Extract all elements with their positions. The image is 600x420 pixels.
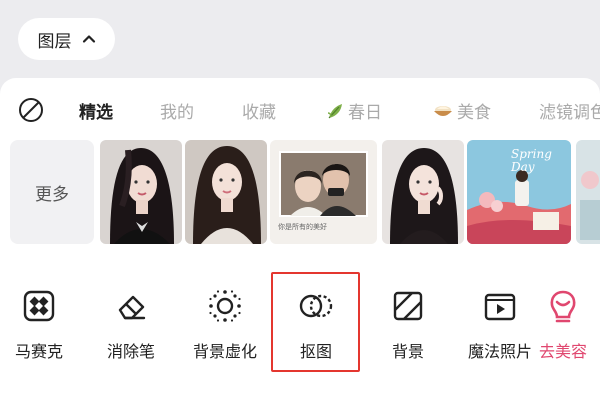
leaf-icon xyxy=(327,103,342,118)
filter-thumb-couple[interactable]: 你是所有的美好 xyxy=(270,140,377,244)
cutout-highlight-box xyxy=(271,272,360,372)
blur-background-tool[interactable]: 背景虚化 xyxy=(180,274,270,384)
couple-caption: 你是所有的美好 xyxy=(278,223,327,231)
filter-thumb-portrait-2[interactable] xyxy=(185,140,267,244)
filter-thumb-portrait-4[interactable] xyxy=(382,140,464,244)
eraser-tool[interactable]: 消除笔 xyxy=(86,274,176,384)
beauty-icon xyxy=(550,290,576,323)
spring-day-title: Spring Day xyxy=(511,147,552,174)
eraser-label: 消除笔 xyxy=(106,342,155,361)
tab-featured[interactable]: 精选 xyxy=(79,98,113,123)
layer-button-label: 图层 xyxy=(37,31,72,52)
blur-background-icon xyxy=(209,290,241,322)
mosaic-label: 马赛克 xyxy=(14,342,63,361)
tab-food[interactable]: 美食 xyxy=(432,98,491,123)
background-tool[interactable]: 背景 xyxy=(363,274,453,384)
mosaic-tool[interactable]: 马赛克 xyxy=(0,274,84,384)
tab-mine[interactable]: 我的 xyxy=(160,98,194,123)
chevron-up-icon xyxy=(82,35,95,43)
layer-button[interactable]: 图层 xyxy=(18,18,115,60)
magic-photo-icon xyxy=(484,293,516,321)
more-filters-button[interactable]: 更多 xyxy=(10,140,94,244)
filter-thumb-portrait-1[interactable] xyxy=(100,140,182,244)
tab-spring[interactable]: 春日 xyxy=(325,98,382,123)
no-filter-icon[interactable] xyxy=(18,97,44,123)
blur-background-label: 背景虚化 xyxy=(192,342,257,361)
filter-thumb-spring-day[interactable]: Spring Day xyxy=(467,140,571,244)
eraser-icon xyxy=(118,295,146,320)
background-icon xyxy=(393,291,423,321)
filter-thumbnails: 更多 你是所有的美好 Spring Day xyxy=(0,140,600,246)
mosaic-icon xyxy=(23,290,55,322)
tab-favorites[interactable]: 收藏 xyxy=(242,98,276,123)
beauty-tool[interactable]: 去美容 xyxy=(520,274,600,384)
beauty-label: 去美容 xyxy=(538,342,587,361)
filter-tabs: 精选 我的 收藏 春日 美食 滤镜调色 xyxy=(0,78,600,140)
filter-thumb-partial[interactable] xyxy=(576,140,600,244)
background-label: 背景 xyxy=(391,342,424,361)
tab-filter-tone[interactable]: 滤镜调色 xyxy=(539,98,600,123)
food-bowl-icon xyxy=(434,105,452,116)
